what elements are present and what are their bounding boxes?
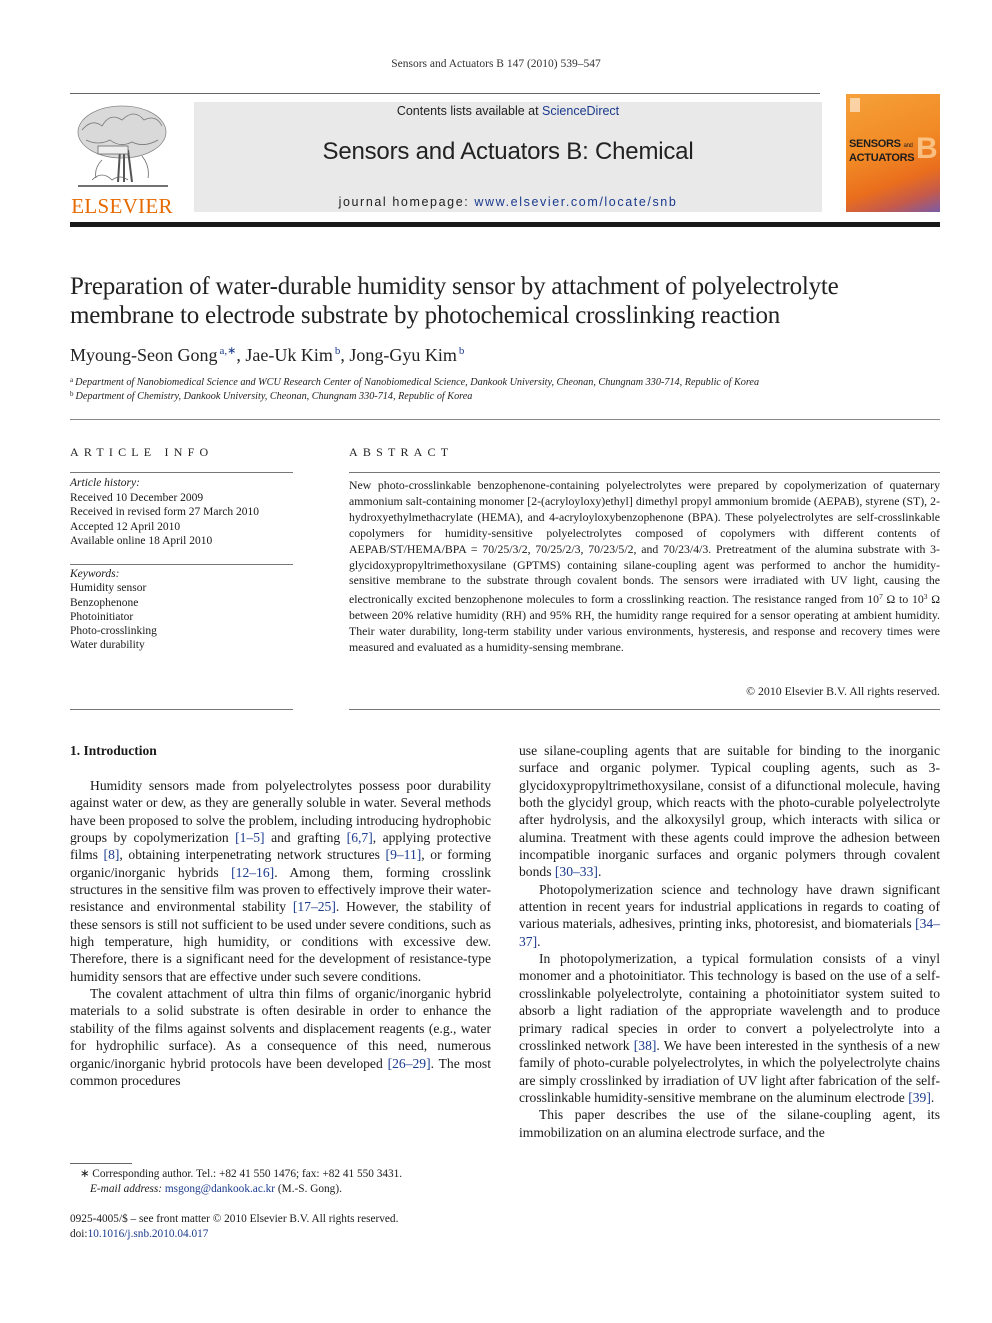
body-paragraph: In photopolymerization, a typical formul… <box>519 950 940 1106</box>
footnote-rule <box>70 1163 132 1164</box>
body-paragraph: This paper describes the use of the sila… <box>519 1106 940 1141</box>
keyword: Photoinitiator <box>70 610 134 623</box>
author-name[interactable]: Jong-Gyu Kim <box>349 345 457 365</box>
cover-title: SENSORS and ACTUATORS <box>849 138 915 164</box>
affiliation: a Department of Nanobiomedical Science an… <box>70 376 759 388</box>
keyword: Benzophenone <box>70 596 139 609</box>
divider <box>349 472 940 473</box>
homepage-prefix: journal homepage: <box>338 195 475 209</box>
cover-publisher-mark-icon <box>850 98 860 112</box>
footnote-text: Corresponding author. Tel.: +82 41 550 1… <box>92 1168 403 1180</box>
section-heading: 1. Introduction <box>70 743 157 758</box>
body-paragraph: The covalent attachment of ultra thin fi… <box>70 985 491 1089</box>
abstract-heading: ABSTRACT <box>349 445 454 459</box>
publisher-logo[interactable]: ELSEVIER <box>70 100 174 218</box>
divider <box>70 564 293 565</box>
citation-link[interactable]: [6,7] <box>347 830 373 845</box>
journal-homepage-link[interactable]: www.elsevier.com/locate/snb <box>474 195 677 209</box>
cover-line1: SENSORS <box>849 138 901 150</box>
cover-and: and <box>903 143 913 149</box>
sciencedirect-link[interactable]: ScienceDirect <box>542 104 619 118</box>
affiliation-mark: a <box>70 376 74 384</box>
body-text: Photopolymerization science and technolo… <box>519 881 940 932</box>
body-text: , obtaining interpenetrating network str… <box>119 847 386 863</box>
divider <box>70 709 293 710</box>
doi-prefix: doi: <box>70 1228 88 1240</box>
body-column-left: Humidity sensors made from polyelectroly… <box>70 777 491 1089</box>
email-suffix: (M.-S. Gong). <box>275 1183 342 1195</box>
citation-link[interactable]: [17–25] <box>293 899 336 914</box>
history-label: Article history: <box>70 477 140 489</box>
body-text: . <box>930 1089 935 1105</box>
journal-cover-thumbnail[interactable]: B SENSORS and ACTUATORS <box>846 94 940 212</box>
body-text: . <box>597 864 602 880</box>
body-paragraph: Photopolymerization science and technolo… <box>519 881 940 950</box>
author-list: Myoung-Seon Gong a,∗, Jae-Uk Kim b, Jong-G… <box>70 344 464 366</box>
divider <box>70 419 940 420</box>
citation-link[interactable]: [8] <box>104 847 120 862</box>
citation-link[interactable]: [1–5] <box>235 830 264 845</box>
author-email-link[interactable]: msgong@dankook.ac.kr <box>165 1183 275 1195</box>
author-affiliation-mark[interactable]: a,∗ <box>220 345 237 357</box>
cover-letter: B <box>916 132 938 165</box>
body-paragraph: Humidity sensors made from polyelectroly… <box>70 777 491 985</box>
body-text: This paper describes the use of the sila… <box>519 1107 940 1140</box>
author-affiliation-mark[interactable]: b <box>459 345 465 357</box>
body-column-right: use silane-coupling agents that are suit… <box>519 742 940 1141</box>
body-text: . <box>537 933 541 949</box>
contents-prefix: Contents lists available at <box>396 104 543 118</box>
issn-line: 0925-4005/$ – see front matter © 2010 El… <box>70 1213 399 1225</box>
divider <box>349 709 940 710</box>
contents-line: Contents lists available at ScienceDirec… <box>194 104 822 118</box>
citation-link[interactable]: [39] <box>908 1090 931 1105</box>
running-head: Sensors and Actuators B 147 (2010) 539–5… <box>391 58 601 70</box>
article-title: Preparation of water-durable humidity se… <box>70 273 839 329</box>
footnote-mark: ∗ <box>80 1168 90 1180</box>
front-matter: 0925-4005/$ – see front matter © 2010 El… <box>70 1212 398 1242</box>
author-separator: , <box>340 345 350 365</box>
elsevier-wordmark: ELSEVIER <box>71 194 173 218</box>
journal-name: Sensors and Actuators B: Chemical <box>322 138 694 165</box>
cover-line2: ACTUATORS <box>849 152 915 164</box>
keyword: Photo-crosslinking <box>70 625 157 638</box>
history-item: Available online 18 April 2010 <box>70 535 213 547</box>
article-history: Article history: Received 10 December 20… <box>70 476 259 549</box>
citation-link[interactable]: [38] <box>634 1038 657 1053</box>
body-text: use silane-coupling agents that are suit… <box>519 743 940 880</box>
keyword: Humidity sensor <box>70 582 147 595</box>
abstract-segment: New photo-crosslinkable benzophenone-con… <box>349 478 940 607</box>
abstract-text: New photo-crosslinkable benzophenone-con… <box>349 478 940 656</box>
divider <box>70 472 293 473</box>
corresponding-author-footnote: ∗ Corresponding author. Tel.: +82 41 550… <box>80 1167 402 1197</box>
author-name[interactable]: Jae-Uk Kim <box>245 345 332 365</box>
history-item: Received 10 December 2009 <box>70 491 204 504</box>
keywords: Keywords: Humidity sensor Benzophenone P… <box>70 567 157 653</box>
history-item: Accepted 12 April 2010 <box>70 520 181 533</box>
citation-link[interactable]: [30–33] <box>555 864 598 879</box>
keywords-label: Keywords: <box>70 568 120 580</box>
history-item: Received in revised form 27 March 2010 <box>70 506 260 518</box>
header-rule <box>70 93 820 94</box>
homepage-line: journal homepage: www.elsevier.com/locat… <box>194 195 822 209</box>
abstract-segment: Ω to 10 <box>882 592 924 607</box>
body-paragraph: use silane-coupling agents that are suit… <box>519 742 940 881</box>
doi-link[interactable]: 10.1016/j.snb.2010.04.017 <box>88 1228 209 1240</box>
affiliation: b Department of Chemistry, Dankook Univer… <box>70 390 472 402</box>
keyword: Water durability <box>70 639 145 652</box>
citation-link[interactable]: [12–16] <box>231 865 274 880</box>
body-text: and grafting <box>264 830 347 846</box>
header-thick-rule <box>70 222 940 227</box>
citation-link[interactable]: [26–29] <box>388 1056 431 1071</box>
abstract-copyright: © 2010 Elsevier B.V. All rights reserved… <box>746 684 940 698</box>
elsevier-tree-icon <box>77 105 168 187</box>
affiliation-mark: b <box>70 390 74 398</box>
email-label: E-mail address: <box>90 1183 163 1195</box>
affiliation-text: Department of Chemistry, Dankook Univers… <box>75 391 473 402</box>
author-separator: , <box>236 345 246 365</box>
citation-link[interactable]: [9–11] <box>386 847 422 862</box>
article-info-heading: ARTICLE INFO <box>70 445 214 459</box>
affiliation-text: Department of Nanobiomedical Science and… <box>75 377 760 388</box>
journal-banner: Contents lists available at ScienceDirec… <box>194 102 822 212</box>
author-name[interactable]: Myoung-Seon Gong <box>70 345 218 365</box>
